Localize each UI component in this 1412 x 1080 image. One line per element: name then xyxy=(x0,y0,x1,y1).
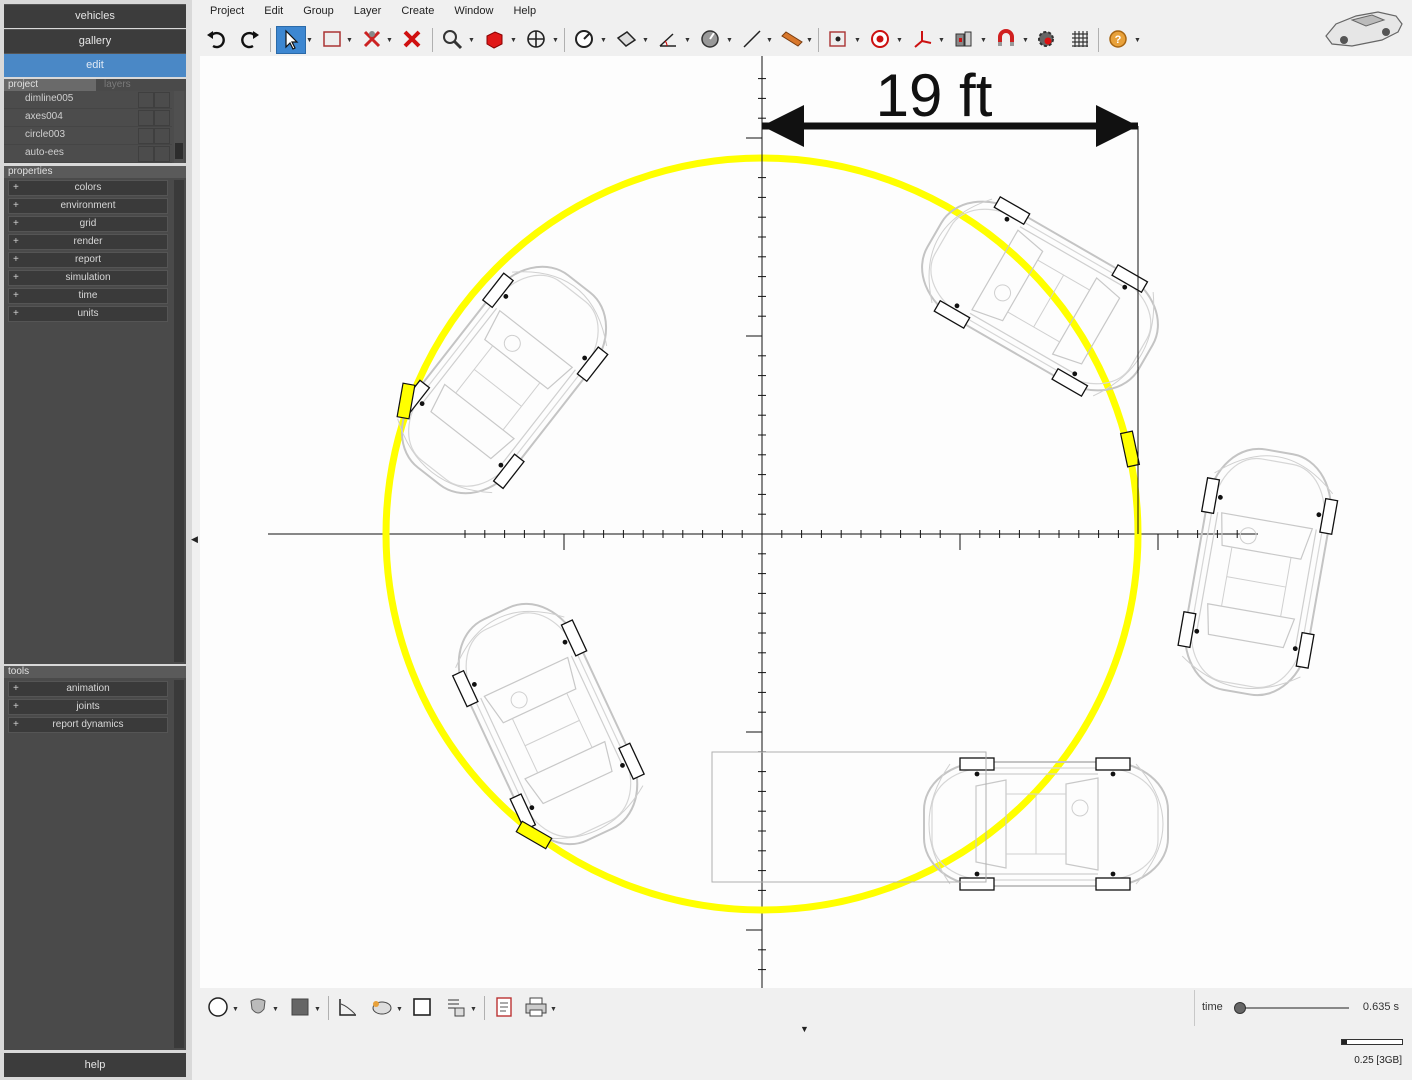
menu-project[interactable]: Project xyxy=(200,0,254,22)
settings-icon[interactable] xyxy=(1032,26,1060,52)
redo-icon[interactable] xyxy=(236,26,264,52)
layer-item[interactable]: dimline005 xyxy=(4,90,172,109)
edit-button[interactable]: edit xyxy=(4,53,186,77)
help-button[interactable]: help xyxy=(4,1053,186,1077)
shield-shape-icon[interactable] xyxy=(244,994,272,1020)
gallery-button[interactable]: gallery xyxy=(4,29,186,53)
angle-icon[interactable] xyxy=(654,26,682,52)
surface-icon[interactable] xyxy=(612,26,640,52)
tools-scrollbar[interactable] xyxy=(174,680,184,1048)
target-icon[interactable] xyxy=(866,26,894,52)
menu-bar: Project Edit Group Layer Create Window H… xyxy=(200,0,546,22)
dimension-label: 19 ft xyxy=(876,62,993,129)
simulation-canvas[interactable]: 19 ft xyxy=(200,56,1412,988)
gauge-icon[interactable] xyxy=(570,26,598,52)
menu-create[interactable]: Create xyxy=(391,0,444,22)
print-icon[interactable] xyxy=(522,994,550,1020)
delete-special-icon[interactable] xyxy=(358,26,386,52)
vehicle-position-1[interactable] xyxy=(900,176,1180,416)
left-panel: vehicles gallery edit project layers dim… xyxy=(0,0,192,1080)
circle-shape-icon[interactable] xyxy=(204,994,232,1020)
project-scrollbar[interactable] xyxy=(174,91,184,163)
select-arrow-icon[interactable] xyxy=(276,26,306,54)
pan-icon[interactable] xyxy=(522,26,550,52)
menu-help[interactable]: Help xyxy=(503,0,546,22)
menu-window[interactable]: Window xyxy=(444,0,503,22)
tool-animation[interactable]: + animation xyxy=(8,681,168,697)
help-icon[interactable]: ? xyxy=(1104,26,1132,52)
layer-item[interactable]: circle003 xyxy=(4,126,172,145)
vehicle-position-4[interactable] xyxy=(435,584,661,864)
memory-bar xyxy=(1341,1039,1403,1045)
rectangle-icon[interactable] xyxy=(408,994,436,1020)
delete-icon[interactable] xyxy=(398,26,426,52)
vehicle-position-2[interactable] xyxy=(1170,439,1346,705)
property-time[interactable]: + time xyxy=(8,288,168,304)
memory-status: 0.25 [3GB] xyxy=(1354,1055,1402,1066)
report-icon[interactable] xyxy=(490,994,518,1020)
time-slider-handle[interactable] xyxy=(1234,1002,1246,1014)
axes-icon[interactable] xyxy=(908,26,936,52)
ruler-icon[interactable] xyxy=(778,26,806,52)
svg-text:?: ? xyxy=(1115,34,1122,46)
grid-icon[interactable] xyxy=(1066,26,1094,52)
line-icon[interactable] xyxy=(738,26,766,52)
app-logo-car xyxy=(1322,2,1406,50)
property-environment[interactable]: + environment xyxy=(8,198,168,214)
time-label: time xyxy=(1202,1001,1223,1013)
expand-bottom-arrow[interactable]: ▼ xyxy=(800,1024,809,1034)
tool-joints[interactable]: + joints xyxy=(8,699,168,715)
property-grid[interactable]: + grid xyxy=(8,216,168,232)
layer-item[interactable]: axes004 xyxy=(4,108,172,127)
time-panel: time 0.635 s xyxy=(1194,990,1412,1026)
fill-color-icon[interactable] xyxy=(286,994,314,1020)
property-units[interactable]: + units xyxy=(8,306,168,322)
magnet-icon[interactable] xyxy=(992,26,1020,52)
time-value: 0.635 s xyxy=(1362,1001,1399,1013)
properties-scrollbar[interactable] xyxy=(174,180,184,662)
vehicles-button[interactable]: vehicles xyxy=(4,4,186,28)
view-cube-icon[interactable] xyxy=(480,26,508,52)
properties-header: properties xyxy=(4,166,186,178)
layer-item[interactable]: auto-ees xyxy=(4,144,172,163)
dial-icon[interactable] xyxy=(696,26,724,52)
property-simulation[interactable]: + simulation xyxy=(8,270,168,286)
menu-edit[interactable]: Edit xyxy=(254,0,293,22)
bottom-toolbar: ▼ ▼ ▼ ▼ ▼ ▼ xyxy=(200,990,1190,1026)
menu-layer[interactable]: Layer xyxy=(344,0,392,22)
tools-panel xyxy=(4,678,186,1050)
property-render[interactable]: + render xyxy=(8,234,168,250)
graph-icon[interactable] xyxy=(334,994,362,1020)
tool-report-dynamics[interactable]: + report dynamics xyxy=(8,717,168,733)
property-report[interactable]: + report xyxy=(8,252,168,268)
animal-icon[interactable] xyxy=(368,994,396,1020)
layers-icon[interactable] xyxy=(442,994,470,1020)
collapse-panel-arrow[interactable]: ◀ xyxy=(191,534,198,545)
undo-icon[interactable] xyxy=(202,26,230,52)
select-box-icon[interactable] xyxy=(318,26,346,52)
point-select-icon[interactable] xyxy=(824,26,852,52)
vehicle-position-5[interactable] xyxy=(375,242,633,518)
toolbar: ▼ ▼ ▼ ▼ ▼ ▼ ▼ ▼ ▼ ▼ ▼ ▼ ▼ ▼ ▼ ▼ ▼ ? ▼ xyxy=(200,24,1300,54)
time-slider[interactable] xyxy=(1239,1007,1349,1009)
tools-header: tools xyxy=(4,666,186,678)
zoom-icon[interactable] xyxy=(438,26,466,52)
properties-panel xyxy=(4,178,186,664)
property-colors[interactable]: + colors xyxy=(8,180,168,196)
menu-group[interactable]: Group xyxy=(293,0,344,22)
camera-mount-icon[interactable] xyxy=(950,26,978,52)
